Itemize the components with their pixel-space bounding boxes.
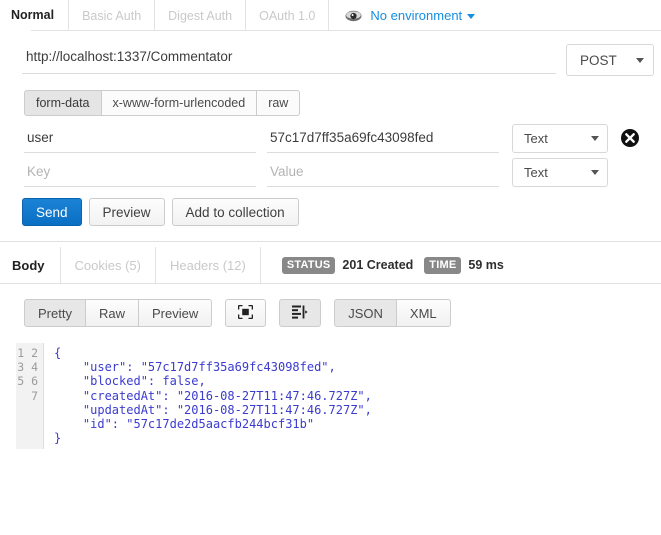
body-type-tabs: form-data x-www-form-urlencoded raw (24, 90, 300, 116)
view-mode-label: Preview (152, 306, 198, 321)
chevron-down-icon (636, 58, 644, 63)
format-label: JSON (348, 306, 383, 321)
auth-tab-label: OAuth 1.0 (259, 9, 315, 23)
format-label: XML (410, 306, 437, 321)
status-badge: STATUS (282, 257, 336, 274)
body-type-urlencoded[interactable]: x-www-form-urlencoded (102, 90, 258, 116)
postman-request-builder: Normal Basic Auth Digest Auth OAuth 1.0 … (0, 0, 661, 535)
form-data-type-value: Text (524, 131, 548, 146)
http-method-select[interactable]: POST (566, 44, 654, 76)
form-data-type-select[interactable]: Text (512, 124, 608, 153)
view-mode-group: Pretty Raw Preview (24, 299, 212, 327)
body-type-raw[interactable]: raw (257, 90, 300, 116)
add-to-collection-label: Add to collection (186, 205, 285, 220)
http-method-value: POST (580, 53, 617, 68)
form-data-row: Text (0, 126, 661, 160)
auth-tab-label: Digest Auth (168, 9, 232, 23)
response-tab-body[interactable]: Body (0, 247, 61, 283)
auth-tab-underline (31, 30, 661, 31)
delete-row-icon[interactable] (620, 128, 640, 148)
add-to-collection-button[interactable]: Add to collection (172, 198, 299, 226)
body-type-label: x-www-form-urlencoded (113, 96, 246, 110)
response-tab-headers[interactable]: Headers (12) (156, 247, 261, 283)
time-value: 59 ms (468, 258, 503, 272)
time-badge: TIME (424, 257, 461, 274)
preview-button-label: Preview (103, 205, 151, 220)
response-tab-bar: Body Cookies (5) Headers (12) STATUS 201… (0, 247, 508, 283)
response-tab-label: Headers (12) (170, 258, 246, 273)
auth-tab-bar: Normal Basic Auth Digest Auth OAuth 1.0 … (0, 0, 661, 31)
fullscreen-button[interactable] (225, 299, 266, 327)
fullscreen-icon (238, 305, 253, 322)
environment-selector[interactable]: No environment (370, 8, 475, 23)
response-tab-label: Body (12, 258, 45, 273)
response-body-code: { "user": "57c17d7ff35a69fc43098fed", "b… (44, 343, 643, 449)
status-value: 201 Created (342, 258, 413, 272)
format-xml[interactable]: XML (397, 299, 451, 327)
response-meta: STATUS 201 Created TIME 59 ms (261, 247, 508, 283)
response-view-toolbar: Pretty Raw Preview (24, 299, 451, 327)
chevron-down-icon (591, 170, 599, 175)
environment-zone: No environment (329, 0, 475, 31)
word-wrap-icon (292, 305, 308, 322)
auth-tab-digest-auth[interactable]: Digest Auth (155, 0, 246, 31)
environment-label: No environment (370, 8, 462, 23)
section-divider-bottom (0, 283, 661, 284)
response-tab-label: Cookies (5) (75, 258, 141, 273)
send-button-label: Send (36, 205, 68, 220)
request-url-input[interactable] (22, 44, 556, 74)
view-mode-pretty[interactable]: Pretty (24, 299, 86, 327)
view-mode-label: Pretty (38, 306, 72, 321)
body-type-label: raw (268, 96, 288, 110)
chevron-down-icon (591, 136, 599, 141)
format-json[interactable]: JSON (334, 299, 397, 327)
response-tab-cookies[interactable]: Cookies (5) (61, 247, 156, 283)
response-body-viewer[interactable]: 1 2 3 4 5 6 7 { "user": "57c17d7ff35a69f… (16, 343, 643, 449)
view-mode-preview[interactable]: Preview (139, 299, 212, 327)
auth-tab-oauth-10[interactable]: OAuth 1.0 (246, 0, 329, 31)
form-data-type-value: Text (524, 165, 548, 180)
eye-icon[interactable] (345, 10, 362, 22)
form-data-value-input[interactable] (267, 126, 499, 153)
form-data-key-input[interactable] (24, 160, 256, 187)
fullscreen-group (225, 299, 266, 327)
view-mode-raw[interactable]: Raw (86, 299, 139, 327)
auth-tab-label: Normal (11, 8, 54, 22)
preview-button[interactable]: Preview (89, 198, 165, 226)
line-number-gutter: 1 2 3 4 5 6 7 (16, 343, 44, 449)
section-divider-top (0, 241, 661, 242)
send-button[interactable]: Send (22, 198, 82, 226)
body-type-form-data[interactable]: form-data (24, 90, 102, 116)
word-wrap-group (279, 299, 321, 327)
form-data-key-input[interactable] (24, 126, 256, 153)
chevron-down-icon (467, 14, 475, 19)
form-data-row: Text (0, 160, 661, 194)
auth-tab-label: Basic Auth (82, 9, 141, 23)
word-wrap-button[interactable] (279, 299, 321, 327)
form-data-value-input[interactable] (267, 160, 499, 187)
form-data-type-select[interactable]: Text (512, 158, 608, 187)
body-type-label: form-data (36, 96, 90, 110)
url-row: POST (0, 44, 661, 78)
format-group: JSON XML (334, 299, 450, 327)
auth-tab-normal[interactable]: Normal (0, 0, 69, 31)
request-action-bar: Send Preview Add to collection (22, 198, 299, 226)
auth-tab-basic-auth[interactable]: Basic Auth (69, 0, 155, 31)
view-mode-label: Raw (99, 306, 125, 321)
